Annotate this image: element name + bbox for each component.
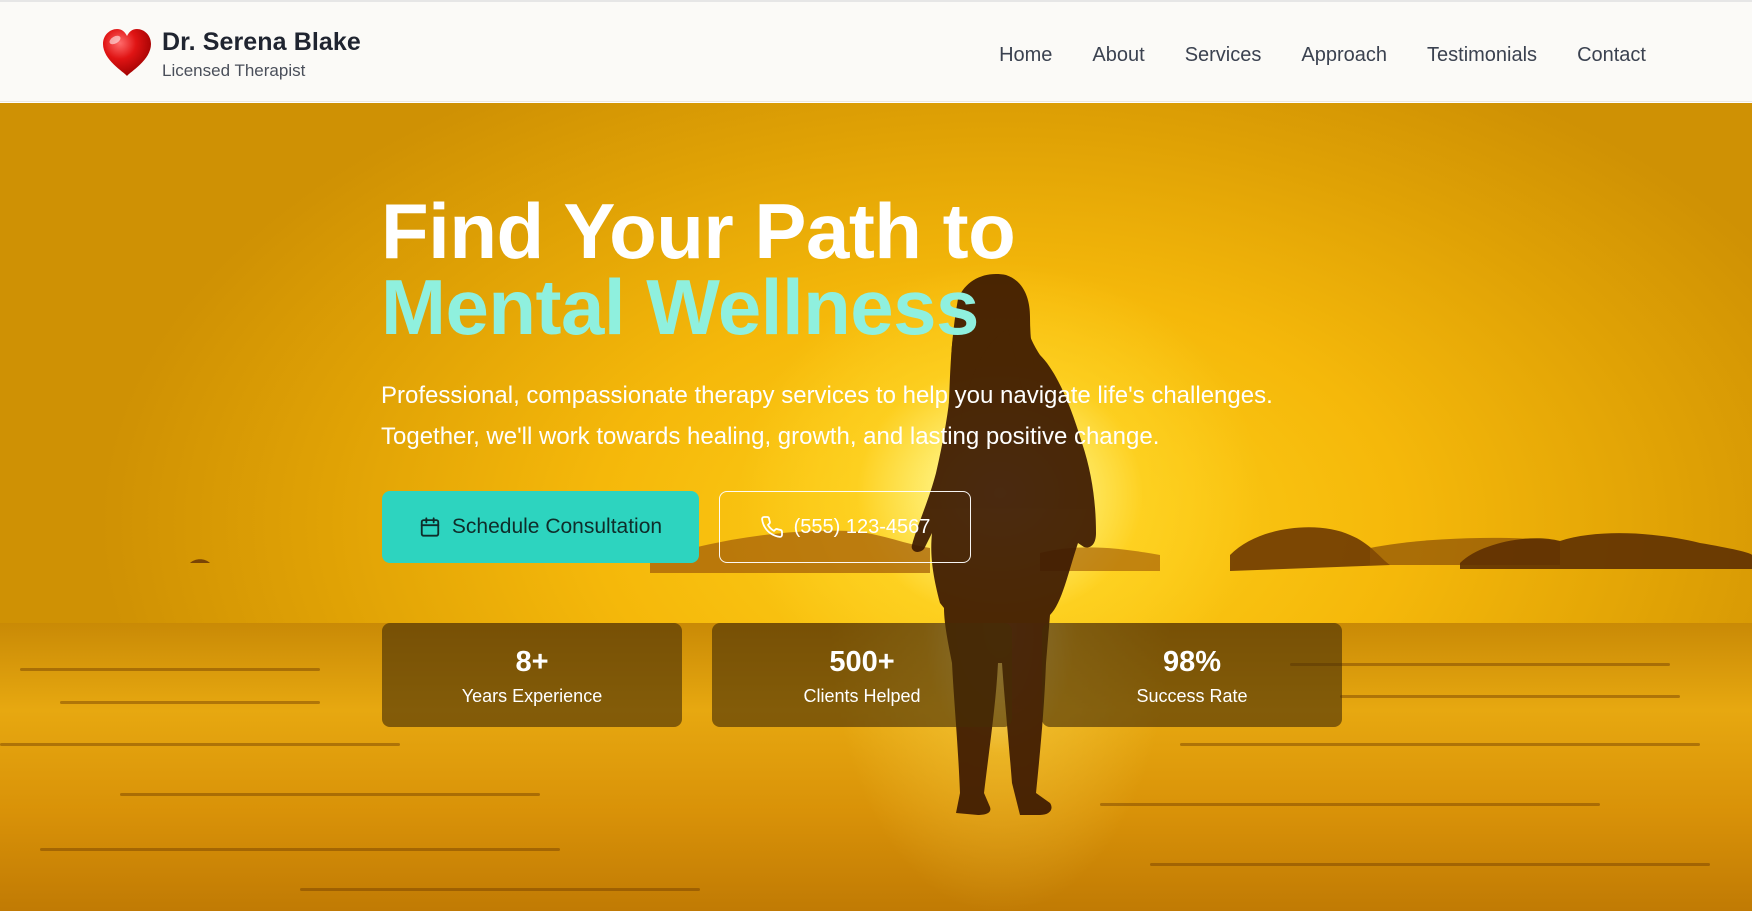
main-nav: Home About Services Approach Testimonial…	[999, 42, 1646, 68]
heart-icon	[103, 29, 151, 76]
stat-label: Success Rate	[1136, 686, 1248, 706]
brand[interactable]: Dr. Serena Blake Licensed Therapist	[100, 26, 361, 82]
schedule-consultation-button[interactable]: Schedule Consultation	[382, 491, 699, 563]
brand-name: Dr. Serena Blake	[162, 28, 361, 56]
nav-contact[interactable]: Contact	[1577, 42, 1646, 68]
schedule-consultation-label: Schedule Consultation	[451, 515, 663, 538]
stat-value: 98%	[1162, 646, 1222, 678]
nav-services[interactable]: Services	[1185, 42, 1262, 68]
nav-about[interactable]: About	[1092, 42, 1144, 68]
hero-title-line1: Find Your Path to	[381, 187, 1016, 275]
stat-card-experience: 8+ Years Experience	[382, 623, 682, 727]
stat-card-clients: 500+ Clients Helped	[712, 623, 1012, 727]
site-header: Dr. Serena Blake Licensed Therapist Home…	[0, 2, 1752, 102]
stat-card-success-rate: 98% Success Rate	[1042, 623, 1342, 727]
nav-home[interactable]: Home	[999, 42, 1052, 68]
hero-section: Find Your Path to Mental Wellness Profes…	[0, 103, 1752, 911]
stat-value: 500+	[829, 646, 895, 678]
stat-label: Clients Helped	[803, 686, 921, 706]
nav-approach[interactable]: Approach	[1301, 42, 1387, 68]
nav-testimonials[interactable]: Testimonials	[1427, 42, 1537, 68]
stat-label: Years Experience	[461, 686, 603, 706]
phone-button[interactable]: (555) 123-4567	[719, 491, 971, 563]
hero-title-line2: Mental Wellness	[381, 263, 979, 351]
calendar-icon	[420, 517, 440, 537]
brand-subtitle: Licensed Therapist	[162, 61, 306, 80]
phone-number-label: (555) 123-4567	[793, 515, 931, 538]
stat-value: 8+	[515, 646, 549, 678]
phone-icon	[760, 516, 783, 538]
hero-description: Professional, compassionate therapy serv…	[381, 382, 1273, 450]
